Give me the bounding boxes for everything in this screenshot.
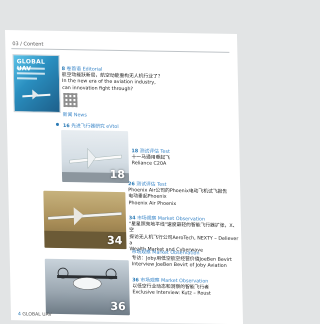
page-footer: 4 GLOBAL UAV: [18, 312, 52, 318]
photo-page-number: 36: [110, 299, 126, 314]
photo-aircraft-field: 34: [43, 190, 127, 250]
photo-page-number: 34: [106, 233, 123, 248]
toc-page: 03 / Content GLOBAL UAV 8 卷首语 Editorial …: [5, 30, 244, 324]
magazine-cover: GLOBAL UAV: [12, 54, 61, 113]
toc-entry-market-1[interactable]: 34 市场观察 Market Observation "星星照亮地平线"速度最轻…: [129, 216, 240, 255]
toc-entry-test-1[interactable]: 18 测试评估 Test 十一马通用垂起飞 Reliance C20A: [131, 149, 226, 169]
cover-text-lines: [16, 67, 45, 82]
toc-entry-test-2[interactable]: 26 测试评估 Test Phoenix Air公司的Phoenix电动飞机试飞…: [128, 182, 236, 209]
photo-aircraft-white: 18: [61, 130, 130, 184]
bullet-dot: [55, 122, 59, 126]
cover-aircraft-image: [22, 89, 51, 100]
qr-code: [63, 93, 78, 108]
toc-entry-news[interactable]: 新闻 News: [63, 113, 87, 120]
photo-page-number: 18: [109, 167, 126, 182]
footer-label: GLOBAL UAV: [22, 312, 52, 318]
toc-entry-market-3[interactable]: 36 市场观察 Market Observation 以低空行业动态和洞察的智能…: [132, 278, 240, 299]
magazine-page: 03 / Content GLOBAL UAV 8 卷首语 Editorial …: [0, 0, 246, 324]
toc-entry-editorial[interactable]: 8 卷首语 Editorial 航空动能跃新局，航空动能重构无人机行业了？ In…: [62, 67, 182, 94]
photo-evtol: 36: [44, 258, 130, 316]
toc-entry-market-2[interactable]: 市场观察 Market Observation 专访：Joby用低空航空经营价值…: [132, 250, 238, 270]
running-head: 03 / Content: [12, 41, 44, 48]
header-rule: [11, 48, 230, 53]
